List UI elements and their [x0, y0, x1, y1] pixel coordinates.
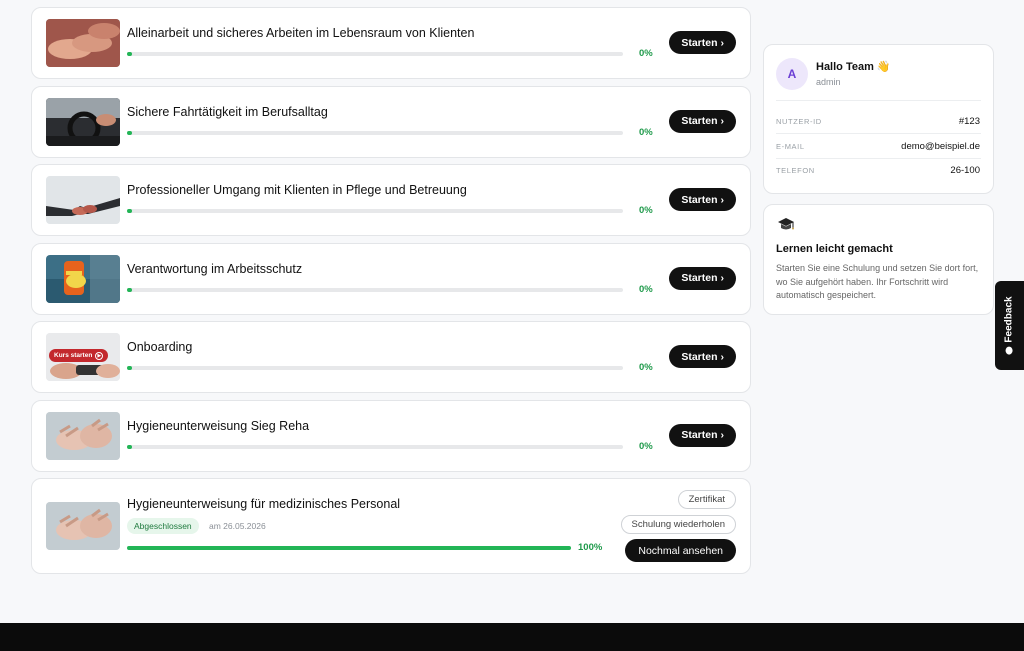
divider — [776, 100, 981, 101]
thumbnail-kurs-starten: Kurs starten ▶ — [49, 349, 109, 362]
progress-label: 100% — [578, 542, 603, 553]
course-title: Verantwortung im Arbeitsschutz — [127, 261, 303, 276]
progress-fill — [127, 130, 132, 135]
start-button-label: Starten — [681, 36, 718, 49]
start-button[interactable]: Starten › — [669, 188, 736, 211]
course-thumbnail — [46, 176, 120, 224]
play-icon: ▶ — [95, 351, 104, 360]
chevron-right-icon: › — [720, 193, 725, 206]
chat-bubble-icon — [1006, 346, 1014, 355]
course-thumbnail — [46, 97, 120, 146]
course-thumbnail — [46, 19, 120, 67]
start-button[interactable]: Starten › — [669, 423, 736, 447]
completed-date: am 26.05.2026 — [209, 521, 266, 531]
start-button-label: Starten — [681, 272, 718, 284]
course-card: Hygieneunterweisung Sieg Reha 0% Starten… — [31, 399, 751, 472]
start-button[interactable]: Starten › — [669, 31, 736, 54]
footer — [0, 623, 1024, 651]
info-row-email: E-MAIL demo@beispiel.de — [776, 134, 980, 158]
progress-fill — [127, 287, 132, 292]
chevron-right-icon: › — [720, 350, 725, 363]
repeat-course-button[interactable]: Schulung wiederholen — [620, 515, 736, 534]
start-button[interactable]: Starten › — [669, 345, 736, 368]
progress-label: 0% — [639, 283, 653, 295]
certificate-button[interactable]: Zertifikat — [677, 490, 736, 509]
start-button-label: Starten — [681, 115, 718, 127]
info-value: #123 — [958, 115, 980, 127]
progress-bar — [127, 130, 623, 135]
tip-title: Lernen leicht gemacht — [776, 243, 893, 255]
info-row-phone: TELEFON 26-100 — [776, 158, 980, 182]
chevron-right-icon: › — [720, 429, 725, 441]
profile-card: A Hallo Team 👋 admin NUTZER-ID #123 E-MA… — [763, 44, 994, 194]
feedback-tab[interactable]: Feedback — [995, 281, 1024, 370]
course-thumbnail: Kurs starten ▶ — [46, 333, 120, 381]
course-title: Professioneller Umgang mit Klienten in P… — [127, 183, 467, 197]
info-value: demo@beispiel.de — [901, 140, 980, 152]
info-key: E-MAIL — [776, 141, 805, 151]
course-title: Alleinarbeit und sicheres Arbeiten im Le… — [127, 26, 475, 40]
progress-label: 0% — [639, 48, 653, 59]
tip-card: Lernen leicht gemacht Starten Sie eine S… — [763, 204, 994, 315]
info-row-user-id: NUTZER-ID #123 — [776, 109, 980, 133]
greeting: Hallo Team 👋 — [816, 61, 891, 73]
course-card: Verantwortung im Arbeitsschutz 0% Starte… — [31, 242, 751, 315]
progress-fill — [127, 444, 132, 449]
feedback-label: Feedback — [1004, 296, 1016, 343]
course-thumbnail — [46, 254, 120, 303]
graduation-cap-icon — [777, 217, 795, 233]
progress-bar — [127, 444, 623, 449]
chevron-right-icon: › — [720, 115, 725, 127]
progress-bar — [127, 366, 623, 370]
course-card: Sichere Fahrtätigkeit im Berufsalltag 0%… — [31, 85, 751, 158]
review-again-button[interactable]: Nochmal ansehen — [625, 539, 736, 562]
start-button-label: Starten — [681, 350, 718, 363]
status-badge: Abgeschlossen — [127, 518, 199, 534]
info-value: 26-100 — [950, 164, 980, 176]
course-thumbnail — [46, 502, 120, 550]
tip-text: Starten Sie eine Schulung und setzen Sie… — [776, 263, 979, 300]
progress-bar — [127, 287, 623, 292]
progress-label: 0% — [639, 126, 653, 138]
user-role: admin — [816, 77, 841, 87]
start-button-label: Starten — [681, 429, 718, 441]
progress-label: 0% — [639, 362, 653, 373]
progress-bar — [127, 209, 623, 213]
course-title: Sichere Fahrtätigkeit im Berufsalltag — [127, 104, 328, 119]
start-button[interactable]: Starten › — [669, 266, 736, 290]
progress-label: 0% — [639, 440, 653, 452]
progress-fill — [127, 52, 132, 56]
course-card: Professioneller Umgang mit Klienten in P… — [31, 164, 751, 236]
start-button[interactable]: Starten › — [669, 109, 736, 133]
progress-fill — [127, 209, 132, 213]
info-key: NUTZER-ID — [776, 116, 822, 126]
course-list: Alleinarbeit und sicheres Arbeiten im Le… — [31, 7, 751, 581]
progress-bar — [127, 546, 571, 550]
info-key: TELEFON — [776, 165, 815, 175]
progress-fill — [127, 546, 571, 550]
chevron-right-icon: › — [720, 36, 725, 49]
chevron-right-icon: › — [720, 272, 725, 284]
course-card: Kurs starten ▶ Onboarding 0% Starten › — [31, 321, 751, 393]
course-title: Hygieneunterweisung Sieg Reha — [127, 418, 310, 433]
progress-bar — [127, 52, 623, 56]
course-thumbnail — [46, 411, 120, 460]
course-card: Alleinarbeit und sicheres Arbeiten im Le… — [31, 7, 751, 79]
course-title: Hygieneunterweisung für medizinisches Pe… — [127, 497, 401, 511]
course-card-completed: Hygieneunterweisung für medizinisches Pe… — [31, 478, 751, 574]
start-button-label: Starten — [681, 193, 718, 206]
course-title: Onboarding — [127, 340, 193, 354]
progress-fill — [127, 366, 132, 370]
avatar: A — [776, 58, 808, 90]
progress-label: 0% — [639, 205, 653, 216]
